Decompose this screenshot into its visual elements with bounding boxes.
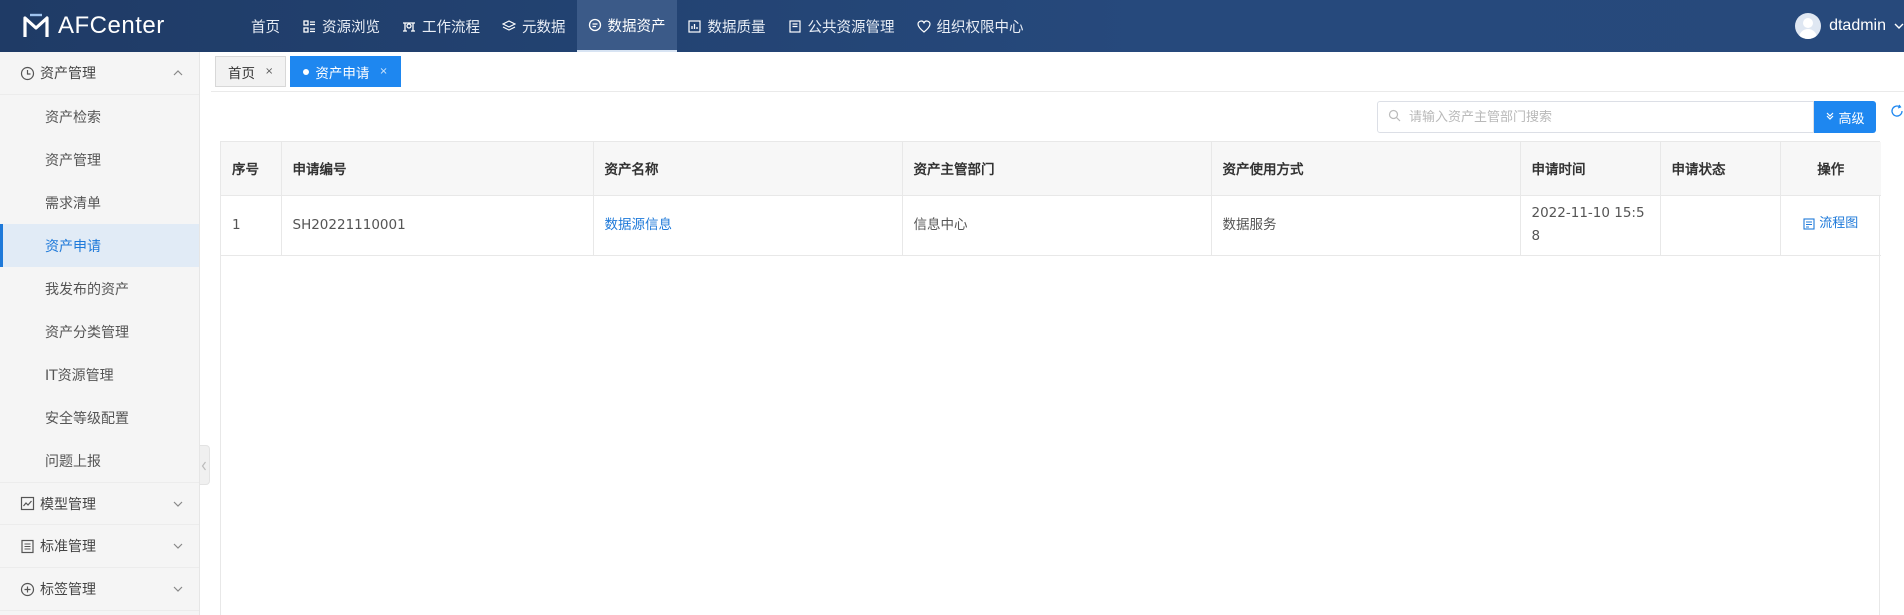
nav-label: 组织权限中心 [936, 19, 1024, 36]
active-dot-icon [303, 68, 310, 75]
sidebar-item-security-level[interactable]: 安全等级配置 [0, 396, 199, 439]
chevron-left-icon [201, 461, 206, 471]
nav-label: 资源浏览 [322, 19, 380, 36]
double-chevron-down-icon [1825, 110, 1835, 125]
advanced-search-button[interactable]: 高级 [1814, 101, 1876, 133]
table-row[interactable]: 1 SH20221110001 数据源信息 信息中心 数据服务 2022-11-… [221, 195, 1881, 256]
sidebar-group-label: 标准管理 [40, 539, 96, 555]
sidebar-item-asset-apply[interactable]: 资产申请 [0, 224, 199, 267]
nav-workflow[interactable]: 工作流程 [391, 0, 491, 52]
chevron-up-icon [171, 66, 185, 80]
layers-icon [502, 19, 516, 33]
sidebar-group-asset[interactable]: 资产管理 [0, 52, 199, 95]
cell-department: 信息中心 [902, 195, 1212, 256]
flowchart-label: 流程图 [1819, 216, 1859, 232]
avatar [1795, 13, 1822, 39]
col-asset-name[interactable]: 资产名称 [593, 142, 903, 196]
sidebar-group-standard[interactable]: 标准管理 [0, 525, 199, 568]
cell-usage: 数据服务 [1211, 195, 1521, 256]
cell-index: 1 [221, 195, 282, 256]
main-nav: 首页 资源浏览 工作流程 元数据 数据资产 数据质量 公共资源管理 组织权限中心 [240, 0, 1035, 52]
data-asset-icon [588, 18, 602, 32]
chevron-down-icon [1894, 18, 1904, 34]
flowchart-icon [1803, 218, 1815, 230]
afcenter-logo-icon [22, 12, 50, 40]
brand-logo[interactable]: AFCenter [0, 12, 240, 40]
refresh-icon[interactable] [1890, 104, 1904, 120]
col-department[interactable]: 资产主管部门 [902, 142, 1212, 196]
department-search-input[interactable] [1409, 109, 1789, 125]
col-action: 操作 [1780, 142, 1881, 196]
cell-apply-status [1660, 195, 1781, 256]
cell-apply-code: SH20221110001 [281, 195, 594, 256]
chevron-down-icon [171, 582, 185, 596]
nav-label: 公共资源管理 [807, 19, 895, 36]
advanced-label: 高级 [1838, 111, 1865, 127]
cell-asset-name: 数据源信息 [593, 195, 903, 256]
sidebar-collapse-handle[interactable] [200, 445, 210, 485]
sidebar-item-asset-search[interactable]: 资产检索 [0, 95, 199, 138]
col-index[interactable]: 序号 [221, 142, 282, 196]
sidebar-item-it-resource[interactable]: IT资源管理 [0, 353, 199, 396]
apply-time-text: 2022-11-10 15:58 [1531, 205, 1645, 244]
col-apply-code[interactable]: 申请编号 [281, 142, 594, 196]
tab-close-button[interactable]: × [265, 66, 273, 77]
grid-list-icon [302, 19, 316, 33]
sidebar-item-my-published[interactable]: 我发布的资产 [0, 267, 199, 310]
sidebar-item-issue-report[interactable]: 问题上报 [0, 439, 199, 482]
line-chart-icon [20, 496, 35, 511]
nav-label: 工作流程 [422, 19, 480, 36]
tab-bar: 首页 × 资产申请 × [211, 52, 1904, 92]
nav-data-quality[interactable]: 数据质量 [677, 0, 777, 52]
tab-asset-apply[interactable]: 资产申请 × [290, 56, 401, 87]
cell-action: 流程图 [1780, 195, 1881, 256]
nav-label: 首页 [251, 19, 280, 36]
col-usage[interactable]: 资产使用方式 [1211, 142, 1521, 196]
document-icon [788, 19, 802, 33]
sidebar-group-model[interactable]: 模型管理 [0, 482, 199, 525]
clock-icon [20, 66, 35, 81]
workflow-icon [402, 19, 416, 33]
bar-chart-icon [688, 19, 702, 33]
nav-metadata[interactable]: 元数据 [491, 0, 577, 52]
nav-resource-browse[interactable]: 资源浏览 [291, 0, 391, 52]
col-apply-status[interactable]: 申请状态 [1660, 142, 1781, 196]
heart-shield-icon [916, 19, 931, 33]
tab-label: 首页 [228, 65, 255, 82]
sidebar-item-category-manage[interactable]: 资产分类管理 [0, 310, 199, 353]
sidebar-group-tag[interactable]: 标签管理 [0, 568, 199, 611]
cell-apply-time: 2022-11-10 15:58 [1520, 195, 1661, 256]
asset-name-link[interactable]: 数据源信息 [605, 217, 673, 233]
tab-home[interactable]: 首页 × [215, 56, 287, 87]
chevron-down-icon [171, 497, 185, 511]
col-apply-time[interactable]: 申请时间 [1520, 142, 1661, 196]
username: dtadmin [1829, 17, 1886, 34]
search-icon [1388, 109, 1401, 126]
sidebar-group-label: 模型管理 [40, 496, 96, 513]
nav-org-permission[interactable]: 组织权限中心 [906, 0, 1035, 52]
nav-label: 元数据 [522, 19, 566, 36]
chevron-down-icon [171, 539, 185, 553]
list-document-icon [20, 539, 35, 554]
asset-apply-table: 序号 申请编号 资产名称 资产主管部门 资产使用方式 申请时间 申请状态 操作 … [220, 141, 1881, 615]
plus-circle-icon [20, 582, 35, 597]
nav-home[interactable]: 首页 [240, 0, 291, 52]
sidebar-item-asset-manage[interactable]: 资产管理 [0, 138, 199, 181]
tab-label: 资产申请 [315, 65, 370, 82]
nav-public-resource[interactable]: 公共资源管理 [777, 0, 906, 52]
sidebar-group-label: 资产管理 [40, 66, 96, 82]
sidebar: 资产管理 资产检索 资产管理 需求清单 资产申请 我发布的资产 资产分类管理 I… [0, 52, 200, 615]
table-header-row: 序号 申请编号 资产名称 资产主管部门 资产使用方式 申请时间 申请状态 操作 [221, 142, 1881, 196]
sidebar-item-demand-list[interactable]: 需求清单 [0, 181, 199, 224]
brand-name: AFCenter [58, 12, 165, 39]
nav-label: 数据资产 [607, 18, 666, 35]
user-menu[interactable]: dtadmin [1795, 0, 1904, 52]
nav-data-asset[interactable]: 数据资产 [576, 0, 677, 52]
nav-label: 数据质量 [707, 19, 766, 36]
tab-close-button[interactable]: × [379, 66, 387, 77]
search-box [1377, 101, 1814, 133]
flowchart-button[interactable]: 流程图 [1803, 212, 1858, 235]
top-navbar: AFCenter 首页 资源浏览 工作流程 元数据 数据资产 数据质量 公共资源… [0, 0, 1904, 52]
sidebar-group-label: 标签管理 [40, 582, 96, 598]
